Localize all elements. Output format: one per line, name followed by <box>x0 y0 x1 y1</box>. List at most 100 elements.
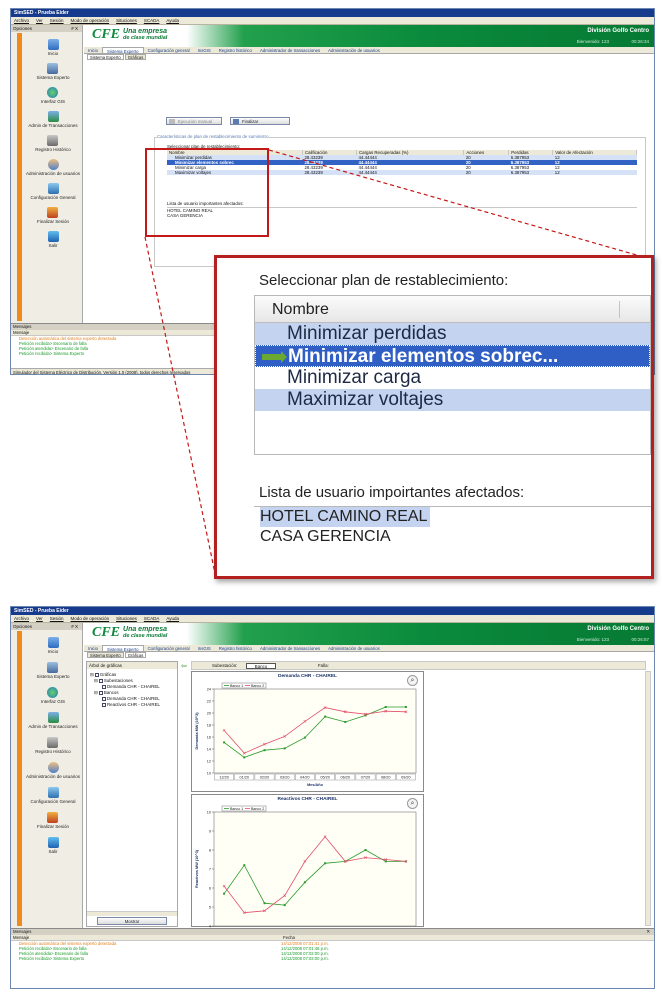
tree-checkbox[interactable] <box>94 672 99 677</box>
tab[interactable]: Sistema Experto <box>87 652 124 658</box>
zoom-plan-row-selected[interactable]: Minimizar elementos sobrec... <box>255 345 650 367</box>
nav-item-label: Administración de usuarios <box>25 774 81 779</box>
nav-list: Inicio Sistema Experto Interfaz GIS Admin d… <box>25 637 81 854</box>
legend-label: Banco 1 <box>230 807 243 811</box>
x-tick-label: 09/20 <box>401 776 411 780</box>
tab[interactable]: Gráficas <box>124 652 147 658</box>
nav-item-exit[interactable]: Salir <box>47 837 59 854</box>
y-tick-label: 7 <box>209 867 211 871</box>
messages-close[interactable]: ✕ <box>646 929 650 935</box>
cfg-icon <box>47 787 59 798</box>
x-axis-label: Mes/Año <box>307 783 324 787</box>
x-tick-label: 05/20 <box>320 776 330 780</box>
zoom-user-item[interactable]: CASA GERENCIA <box>260 527 394 547</box>
data-point <box>384 706 387 708</box>
data-point <box>324 715 327 718</box>
menu-item[interactable]: Sesión <box>50 615 64 622</box>
tree-label: Bancos <box>103 690 119 695</box>
tab[interactable]: Administración de usuarios <box>324 645 384 651</box>
nav-item-logout[interactable]: Finalizar Sesión <box>37 812 69 829</box>
tab[interactable]: Inicio <box>84 645 102 651</box>
reg-icon <box>47 737 59 748</box>
menu-item[interactable]: Situciones <box>116 615 137 622</box>
nav-item-users[interactable]: Administración de usuarios <box>26 762 80 779</box>
x-tick-label: 07/20 <box>361 776 371 780</box>
menu-item[interactable]: Modo de operación <box>71 615 110 622</box>
show-button[interactable]: Mostrar <box>97 917 167 925</box>
window-screen-2: SimSED - Prueba Eider Archivo Ver Sesión Mo… <box>10 606 655 989</box>
data-point <box>223 892 226 895</box>
fault-label: Falla: <box>318 663 329 668</box>
zoom-plan-row[interactable]: Minimizar carga <box>255 367 650 389</box>
tree-checkbox[interactable] <box>102 702 106 707</box>
left-panel-header: Opciones # X <box>11 623 82 630</box>
y-tick-label: 9 <box>209 829 211 833</box>
tree-title: Árbol de gráficas <box>87 662 177 669</box>
clock: 00:26:57 <box>631 637 649 642</box>
messages-list: Detección automática del sistema experto… <box>11 941 654 961</box>
back-arrow-icon[interactable]: ⇦ <box>181 663 187 670</box>
left-panel-close[interactable]: # X <box>71 623 78 630</box>
tab[interactable]: Registro histórico <box>215 645 256 651</box>
welcome-text: Bienvenido: 123 <box>576 637 609 642</box>
users-icon <box>47 762 59 773</box>
zoom-plan-row[interactable]: Maximizar voltajes <box>255 389 650 411</box>
tab[interactable]: InsGIS <box>194 645 215 651</box>
y-tick-label: 18 <box>207 723 211 727</box>
tree-node[interactable]: Reactivos CHR - CHAIREL <box>90 702 160 708</box>
home-icon <box>47 637 59 648</box>
zoom-plan-row[interactable]: Minimizar perdidas <box>255 323 650 345</box>
data-point <box>324 862 327 865</box>
nav-item-home[interactable]: Inicio <box>47 637 59 654</box>
substation-select[interactable]: Banco <box>246 663 276 669</box>
tab[interactable]: Configuración general <box>144 645 194 651</box>
x-tick-label: 06/20 <box>341 776 351 780</box>
tab[interactable]: Administrador de transacciones <box>256 645 324 651</box>
data-point <box>364 849 367 851</box>
tree-scrollbar[interactable] <box>87 911 177 916</box>
menu-item[interactable]: Ayuda <box>166 615 179 622</box>
plot-area <box>213 688 417 774</box>
window-title: SimSED - Prueba Eider <box>11 607 654 615</box>
content-scrollbar[interactable] <box>645 671 651 926</box>
plot-area <box>213 811 417 927</box>
left-panel: Opciones # X Inicio Sistema Experto Interfa… <box>11 623 83 928</box>
y-tick-label: 6 <box>209 886 211 890</box>
charts-content: Árbol de gráficas ⊟ Gráficas ⊟ Subestacio… <box>84 659 654 928</box>
x-tick-label: 01/20 <box>240 776 250 780</box>
data-point <box>243 756 246 759</box>
nav-item-expert[interactable]: Sistema Experto <box>36 662 70 679</box>
nav-item-admin[interactable]: Admin de Transacciones <box>28 712 78 729</box>
menu-item[interactable]: Archivo <box>14 615 29 622</box>
division-name: División Golfo Centro <box>587 626 649 632</box>
nav-item-cfg[interactable]: Configuración General <box>30 787 76 804</box>
messages-column: Mensaje <box>13 935 30 940</box>
zoom-plan-label: Seleccionar plan de restablecimiento: <box>259 272 509 289</box>
y-tick-label: 8 <box>209 848 211 852</box>
nav-item-label: Salir <box>48 849 58 854</box>
tree-checkbox[interactable] <box>98 678 103 683</box>
tree-checkbox[interactable] <box>102 684 106 689</box>
menu-item[interactable]: Ver <box>36 615 43 622</box>
data-point <box>384 860 387 863</box>
tree-label: Subestaciones <box>103 678 133 683</box>
tab[interactable]: Sistema Experto <box>102 645 144 652</box>
arrow-right-icon <box>262 351 287 363</box>
x-tick-label: 12/20 <box>219 776 229 780</box>
legend-label: Banco 1 <box>230 684 243 688</box>
menu-bar: Archivo Ver Sesión Modo de operación Situcio… <box>11 615 654 623</box>
data-point <box>344 721 347 723</box>
x-tick-label: 02/20 <box>260 776 270 780</box>
chart-demand: Demanda CHR - CHAIREL ⌕ Banco 1 Banco 2 10… <box>191 671 424 792</box>
data-point <box>243 864 246 867</box>
gis-icon <box>47 687 59 698</box>
tree-label: Reactivos CHR - CHAIREL <box>107 702 160 707</box>
tree-checkbox[interactable] <box>98 690 103 695</box>
nav-item-reg[interactable]: Registro Histórico <box>35 737 71 754</box>
zoom-user-item[interactable]: HOTEL CAMINO REAL <box>260 507 431 527</box>
y-tick-label: 24 <box>207 687 211 691</box>
tree-checkbox[interactable] <box>102 696 106 701</box>
menu-item[interactable]: SCADA <box>144 615 160 622</box>
nav-item-gis[interactable]: Interfaz GIS <box>41 687 65 704</box>
tree-label: Gráficas <box>99 672 117 677</box>
